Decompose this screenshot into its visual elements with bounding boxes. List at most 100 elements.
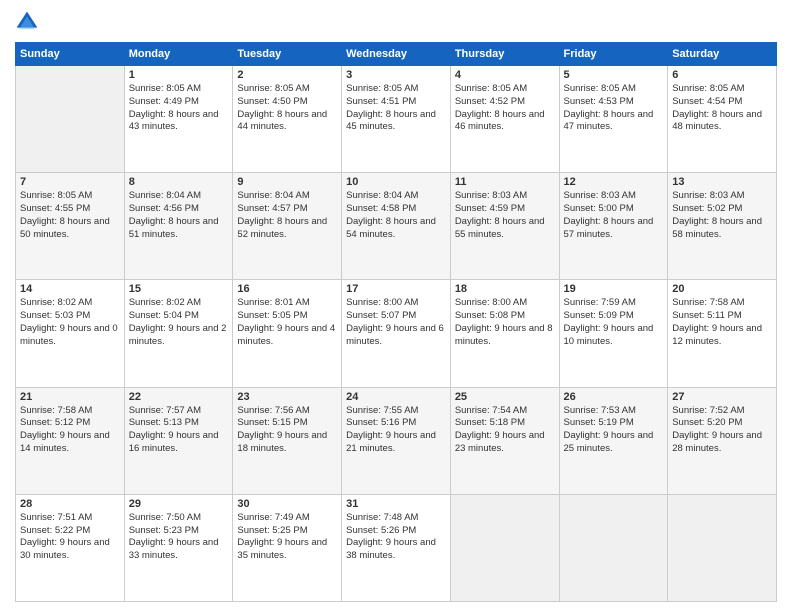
day-number: 4 — [455, 69, 555, 81]
weekday-header: Thursday — [450, 43, 559, 66]
daylight: Daylight: 8 hours and 51 minutes. — [129, 216, 219, 240]
day-info: Sunrise: 8:05 AM Sunset: 4:54 PM Dayligh… — [672, 83, 772, 134]
daylight: Daylight: 8 hours and 46 minutes. — [455, 109, 545, 133]
calendar-cell: 24 Sunrise: 7:55 AM Sunset: 5:16 PM Dayl… — [342, 387, 451, 494]
sunrise: Sunrise: 7:48 AM — [346, 512, 418, 523]
sunrise: Sunrise: 7:50 AM — [129, 512, 201, 523]
sunset: Sunset: 4:52 PM — [455, 96, 525, 107]
day-info: Sunrise: 7:48 AM Sunset: 5:26 PM Dayligh… — [346, 512, 446, 563]
day-number: 28 — [20, 498, 120, 510]
daylight: Daylight: 9 hours and 33 minutes. — [129, 537, 219, 561]
sunrise: Sunrise: 7:59 AM — [564, 297, 636, 308]
daylight: Daylight: 8 hours and 57 minutes. — [564, 216, 654, 240]
day-info: Sunrise: 8:03 AM Sunset: 4:59 PM Dayligh… — [455, 190, 555, 241]
sunset: Sunset: 5:16 PM — [346, 417, 416, 428]
daylight: Daylight: 9 hours and 25 minutes. — [564, 430, 654, 454]
calendar-cell: 10 Sunrise: 8:04 AM Sunset: 4:58 PM Dayl… — [342, 173, 451, 280]
daylight: Daylight: 8 hours and 50 minutes. — [20, 216, 110, 240]
daylight: Daylight: 8 hours and 47 minutes. — [564, 109, 654, 133]
day-number: 8 — [129, 176, 229, 188]
calendar-cell: 15 Sunrise: 8:02 AM Sunset: 5:04 PM Dayl… — [124, 280, 233, 387]
calendar-cell: 19 Sunrise: 7:59 AM Sunset: 5:09 PM Dayl… — [559, 280, 668, 387]
calendar-cell: 28 Sunrise: 7:51 AM Sunset: 5:22 PM Dayl… — [16, 494, 125, 601]
sunset: Sunset: 5:25 PM — [237, 525, 307, 536]
calendar-cell: 21 Sunrise: 7:58 AM Sunset: 5:12 PM Dayl… — [16, 387, 125, 494]
daylight: Daylight: 9 hours and 8 minutes. — [455, 323, 553, 347]
daylight: Daylight: 9 hours and 0 minutes. — [20, 323, 118, 347]
day-info: Sunrise: 7:52 AM Sunset: 5:20 PM Dayligh… — [672, 405, 772, 456]
sunset: Sunset: 5:23 PM — [129, 525, 199, 536]
daylight: Daylight: 9 hours and 6 minutes. — [346, 323, 444, 347]
calendar-cell: 4 Sunrise: 8:05 AM Sunset: 4:52 PM Dayli… — [450, 66, 559, 173]
sunset: Sunset: 5:04 PM — [129, 310, 199, 321]
calendar-week-row: 1 Sunrise: 8:05 AM Sunset: 4:49 PM Dayli… — [16, 66, 777, 173]
logo — [15, 10, 43, 34]
daylight: Daylight: 9 hours and 16 minutes. — [129, 430, 219, 454]
day-info: Sunrise: 7:51 AM Sunset: 5:22 PM Dayligh… — [20, 512, 120, 563]
daylight: Daylight: 8 hours and 43 minutes. — [129, 109, 219, 133]
sunrise: Sunrise: 7:58 AM — [20, 405, 92, 416]
daylight: Daylight: 8 hours and 58 minutes. — [672, 216, 762, 240]
sunrise: Sunrise: 8:01 AM — [237, 297, 309, 308]
sunrise: Sunrise: 8:03 AM — [455, 190, 527, 201]
sunrise: Sunrise: 7:52 AM — [672, 405, 744, 416]
daylight: Daylight: 8 hours and 55 minutes. — [455, 216, 545, 240]
day-info: Sunrise: 7:53 AM Sunset: 5:19 PM Dayligh… — [564, 405, 664, 456]
day-number: 25 — [455, 391, 555, 403]
day-info: Sunrise: 7:59 AM Sunset: 5:09 PM Dayligh… — [564, 297, 664, 348]
calendar-cell: 2 Sunrise: 8:05 AM Sunset: 4:50 PM Dayli… — [233, 66, 342, 173]
daylight: Daylight: 9 hours and 21 minutes. — [346, 430, 436, 454]
calendar-cell: 30 Sunrise: 7:49 AM Sunset: 5:25 PM Dayl… — [233, 494, 342, 601]
day-number: 16 — [237, 283, 337, 295]
day-number: 17 — [346, 283, 446, 295]
day-number: 7 — [20, 176, 120, 188]
calendar-cell: 16 Sunrise: 8:01 AM Sunset: 5:05 PM Dayl… — [233, 280, 342, 387]
sunset: Sunset: 4:54 PM — [672, 96, 742, 107]
day-number: 2 — [237, 69, 337, 81]
sunset: Sunset: 4:56 PM — [129, 203, 199, 214]
day-number: 15 — [129, 283, 229, 295]
weekday-header: Saturday — [668, 43, 777, 66]
calendar-cell: 13 Sunrise: 8:03 AM Sunset: 5:02 PM Dayl… — [668, 173, 777, 280]
calendar-cell: 3 Sunrise: 8:05 AM Sunset: 4:51 PM Dayli… — [342, 66, 451, 173]
sunrise: Sunrise: 8:05 AM — [346, 83, 418, 94]
calendar-cell: 1 Sunrise: 8:05 AM Sunset: 4:49 PM Dayli… — [124, 66, 233, 173]
daylight: Daylight: 9 hours and 2 minutes. — [129, 323, 227, 347]
calendar-cell: 5 Sunrise: 8:05 AM Sunset: 4:53 PM Dayli… — [559, 66, 668, 173]
sunrise: Sunrise: 7:49 AM — [237, 512, 309, 523]
day-info: Sunrise: 7:49 AM Sunset: 5:25 PM Dayligh… — [237, 512, 337, 563]
day-info: Sunrise: 8:05 AM Sunset: 4:49 PM Dayligh… — [129, 83, 229, 134]
day-info: Sunrise: 8:04 AM Sunset: 4:58 PM Dayligh… — [346, 190, 446, 241]
day-info: Sunrise: 7:58 AM Sunset: 5:12 PM Dayligh… — [20, 405, 120, 456]
calendar-cell: 25 Sunrise: 7:54 AM Sunset: 5:18 PM Dayl… — [450, 387, 559, 494]
sunset: Sunset: 5:26 PM — [346, 525, 416, 536]
day-number: 11 — [455, 176, 555, 188]
sunrise: Sunrise: 8:04 AM — [346, 190, 418, 201]
sunrise: Sunrise: 8:03 AM — [564, 190, 636, 201]
day-info: Sunrise: 7:57 AM Sunset: 5:13 PM Dayligh… — [129, 405, 229, 456]
sunset: Sunset: 5:02 PM — [672, 203, 742, 214]
sunrise: Sunrise: 8:05 AM — [237, 83, 309, 94]
weekday-header: Wednesday — [342, 43, 451, 66]
daylight: Daylight: 9 hours and 4 minutes. — [237, 323, 335, 347]
day-info: Sunrise: 8:03 AM Sunset: 5:02 PM Dayligh… — [672, 190, 772, 241]
calendar-week-row: 14 Sunrise: 8:02 AM Sunset: 5:03 PM Dayl… — [16, 280, 777, 387]
sunrise: Sunrise: 8:05 AM — [20, 190, 92, 201]
day-number: 19 — [564, 283, 664, 295]
day-number: 23 — [237, 391, 337, 403]
weekday-header: Tuesday — [233, 43, 342, 66]
sunset: Sunset: 5:15 PM — [237, 417, 307, 428]
day-info: Sunrise: 8:02 AM Sunset: 5:04 PM Dayligh… — [129, 297, 229, 348]
sunrise: Sunrise: 7:55 AM — [346, 405, 418, 416]
daylight: Daylight: 9 hours and 10 minutes. — [564, 323, 654, 347]
calendar-cell — [559, 494, 668, 601]
day-info: Sunrise: 8:02 AM Sunset: 5:03 PM Dayligh… — [20, 297, 120, 348]
day-info: Sunrise: 8:03 AM Sunset: 5:00 PM Dayligh… — [564, 190, 664, 241]
calendar: SundayMondayTuesdayWednesdayThursdayFrid… — [15, 42, 777, 602]
day-number: 13 — [672, 176, 772, 188]
daylight: Daylight: 8 hours and 44 minutes. — [237, 109, 327, 133]
day-number: 3 — [346, 69, 446, 81]
weekday-row: SundayMondayTuesdayWednesdayThursdayFrid… — [16, 43, 777, 66]
day-number: 24 — [346, 391, 446, 403]
day-info: Sunrise: 8:04 AM Sunset: 4:57 PM Dayligh… — [237, 190, 337, 241]
